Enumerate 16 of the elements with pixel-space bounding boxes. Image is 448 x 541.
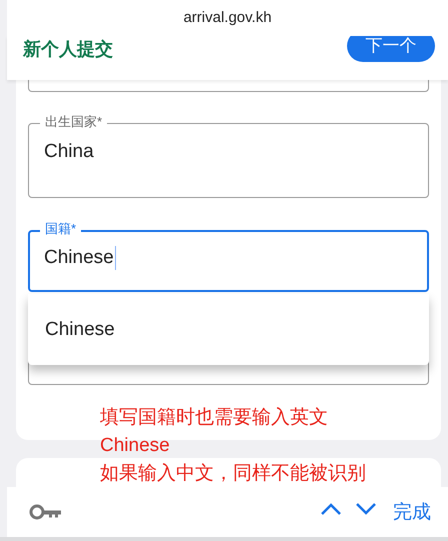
page-title: 新个人提交	[23, 38, 113, 61]
annotation-text: Chinese	[100, 434, 170, 458]
key-icon[interactable]	[29, 504, 63, 520]
field-label: 国籍*	[40, 221, 82, 237]
field-value: Chinese	[44, 246, 116, 270]
autocomplete-option[interactable]: Chinese	[28, 318, 429, 342]
next-field-icon[interactable]	[355, 502, 377, 516]
field-value: China	[44, 140, 94, 164]
annotation-text: 如果输入中文，同样不能被识别	[100, 462, 366, 486]
input-field[interactable]	[28, 80, 429, 92]
next-button[interactable]: 下一个	[347, 36, 435, 62]
address-bar-url[interactable]: arrival.gov.kh	[183, 6, 272, 30]
done-button[interactable]: 完成	[393, 499, 431, 528]
field-label: 出生国家*	[40, 114, 108, 130]
annotation-text: 填写国籍时也需要输入英文	[100, 406, 328, 430]
previous-field-icon[interactable]	[320, 502, 342, 516]
